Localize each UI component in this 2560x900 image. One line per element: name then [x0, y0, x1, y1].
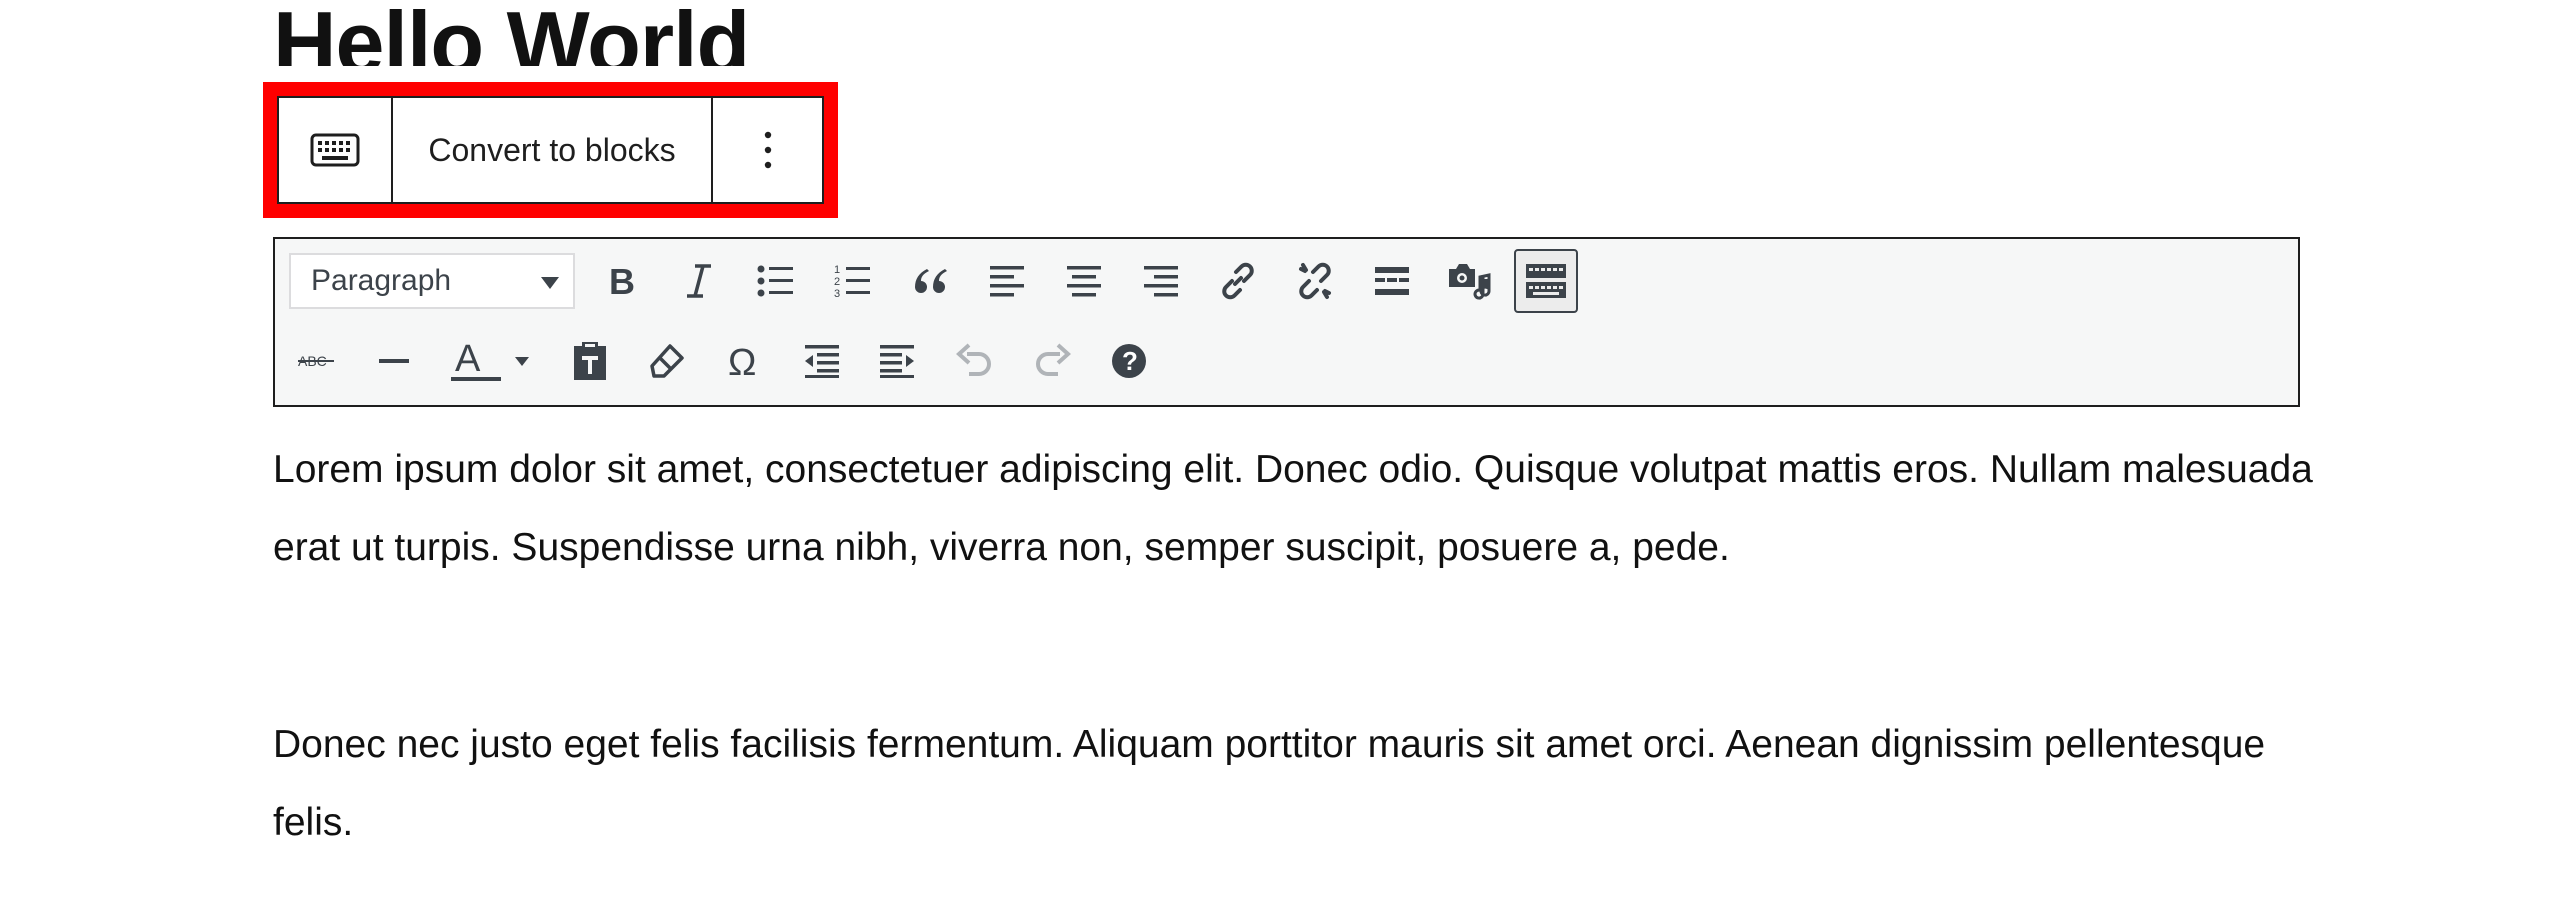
- align-left-icon: [990, 266, 1024, 297]
- svg-text:1: 1: [834, 264, 840, 276]
- post-title[interactable]: Hello World: [273, 0, 749, 66]
- horizontal-line-button[interactable]: [362, 329, 426, 393]
- clear-formatting-icon: [650, 344, 684, 378]
- format-select-value: Paragraph: [311, 264, 452, 297]
- blockquote-button[interactable]: [898, 249, 962, 313]
- clear-formatting-button[interactable]: [635, 329, 699, 393]
- align-center-button[interactable]: [1052, 249, 1116, 313]
- read-more-button[interactable]: [1360, 249, 1424, 313]
- more-options-button[interactable]: [713, 98, 822, 202]
- increase-indent-button[interactable]: [866, 329, 930, 393]
- svg-text:B: B: [609, 263, 635, 299]
- indent-icon: [880, 345, 914, 378]
- content-paragraph[interactable]: Lorem ipsum dolor sit amet, consectetuer…: [273, 431, 2313, 587]
- svg-text:A: A: [455, 339, 481, 380]
- chevron-down-icon: [541, 277, 559, 289]
- undo-button[interactable]: [943, 329, 1007, 393]
- undo-icon: [956, 343, 991, 376]
- svg-text:Ω: Ω: [728, 342, 756, 380]
- read-more-icon: [1375, 267, 1409, 295]
- italic-button[interactable]: [667, 249, 731, 313]
- add-media-button[interactable]: [1437, 249, 1501, 313]
- svg-text:2: 2: [834, 276, 840, 288]
- help-icon: ?: [1112, 344, 1146, 378]
- add-media-icon: [1449, 264, 1491, 300]
- align-left-button[interactable]: [975, 249, 1039, 313]
- numbered-list-icon: 123: [834, 264, 870, 300]
- redo-button[interactable]: [1020, 329, 1084, 393]
- horizontal-line-icon: [379, 359, 409, 363]
- link-icon: [1222, 262, 1254, 300]
- paste-as-text-button[interactable]: [558, 329, 622, 393]
- toolbar-toggle-icon: [1526, 264, 1566, 298]
- special-character-button[interactable]: Ω: [712, 329, 776, 393]
- align-right-button[interactable]: [1129, 249, 1193, 313]
- keyboard-icon: [310, 133, 360, 167]
- strikethrough-icon: ABC: [298, 353, 334, 369]
- classic-editor-toolbar: Paragraph B 123 ABC A Ω ?: [273, 237, 2300, 407]
- decrease-indent-button[interactable]: [789, 329, 853, 393]
- bold-button[interactable]: B: [590, 249, 654, 313]
- bullet-list-button[interactable]: [744, 249, 808, 313]
- edit-as-html-button[interactable]: [279, 98, 393, 202]
- text-color-icon: A: [451, 339, 529, 381]
- toolbar-toggle-button[interactable]: [1514, 249, 1578, 313]
- block-toolbar: Convert to blocks: [277, 96, 824, 204]
- paste-as-text-icon: [574, 342, 606, 380]
- outdent-icon: [805, 345, 839, 378]
- numbered-list-button[interactable]: 123: [821, 249, 885, 313]
- align-right-icon: [1144, 266, 1178, 297]
- redo-icon: [1036, 343, 1071, 376]
- paragraph-format-select[interactable]: Paragraph: [289, 253, 575, 309]
- align-center-icon: [1067, 266, 1101, 297]
- help-button[interactable]: ?: [1097, 329, 1161, 393]
- text-color-button[interactable]: A: [439, 329, 539, 393]
- blockquote-icon: [915, 269, 947, 293]
- bullet-list-icon: [757, 265, 793, 297]
- more-vertical-icon: [764, 131, 771, 169]
- bold-icon: B: [609, 263, 635, 299]
- italic-icon: [687, 264, 711, 298]
- convert-to-blocks-button[interactable]: Convert to blocks: [393, 98, 713, 202]
- insert-link-button[interactable]: [1206, 249, 1270, 313]
- special-character-icon: Ω: [728, 342, 756, 380]
- remove-link-button[interactable]: [1283, 249, 1347, 313]
- unlink-icon: [1299, 262, 1331, 300]
- svg-text:3: 3: [834, 288, 840, 300]
- content-paragraph[interactable]: Donec nec justo eget felis facilisis fer…: [273, 706, 2313, 862]
- strikethrough-button[interactable]: ABC: [285, 329, 349, 393]
- svg-text:?: ?: [1122, 346, 1138, 376]
